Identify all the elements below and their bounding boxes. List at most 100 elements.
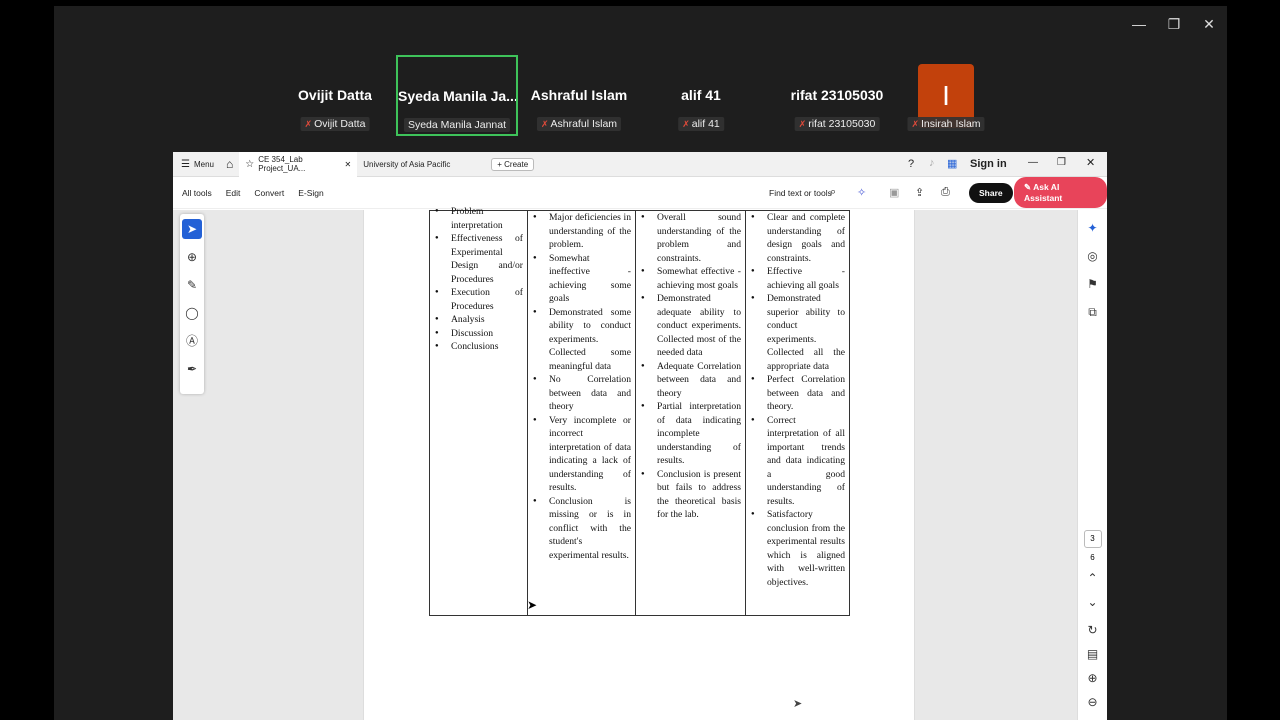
- menu-button[interactable]: ☰ Menu: [173, 152, 220, 177]
- restore-icon[interactable]: ❐: [1159, 16, 1189, 33]
- select-cursor-icon[interactable]: ➤: [182, 219, 202, 239]
- rubric-list-3: Clear and complete understanding of desi…: [746, 211, 849, 589]
- rubric-item: Conclusion is missing or is in conflict …: [528, 495, 631, 563]
- rubric-col-2: Overall sound understanding of the probl…: [635, 210, 746, 616]
- home-icon[interactable]: ⌂: [220, 152, 239, 177]
- close-icon[interactable]: ✕: [1194, 16, 1224, 33]
- rubric-item: Effective - achieving all goals: [746, 265, 845, 292]
- rubric-table: Problem interpretationEffectiveness of E…: [429, 205, 850, 616]
- participant-tile[interactable]: rifat 23105030 ✗ rifat 23105030: [776, 56, 898, 136]
- bookmark-icon[interactable]: ⚑: [1083, 274, 1103, 294]
- lasso-icon[interactable]: ◯: [182, 303, 202, 323]
- print-icon[interactable]: ⎙: [941, 186, 950, 199]
- rubric-item: Very incomplete or incorrect interpretat…: [528, 414, 631, 495]
- close-tab-icon[interactable]: ✕: [345, 160, 352, 169]
- right-sidebar: ✦ ◎ ⚑ ⧉ 3 6 ⌃ ⌄ ↻ ▤ ⊕ ⊖: [1077, 210, 1107, 720]
- rubric-item: Adequate Correlation between data and th…: [636, 360, 741, 401]
- minimize-icon[interactable]: —: [1028, 157, 1038, 168]
- participant-label: ✗ Ovijit Datta: [300, 117, 370, 131]
- tab-document[interactable]: ☆ CE 354_Lab Project_UA... ✕: [239, 152, 358, 177]
- participant-tile[interactable]: alif 41 ✗ alif 41: [640, 56, 762, 136]
- page-up-icon[interactable]: ⌃: [1083, 568, 1103, 588]
- mic-off-icon: ✗: [682, 119, 690, 129]
- rubric-item: Correct interpretation of all important …: [746, 414, 845, 509]
- create-button[interactable]: + Create: [485, 152, 540, 177]
- rubric-item: Demonstrated adequate ability to conduct…: [636, 292, 741, 360]
- fill-sign-icon[interactable]: ✒: [182, 359, 202, 379]
- mouse-cursor-icon: ➤: [527, 598, 538, 612]
- participant-name: alif 41: [681, 87, 721, 103]
- participant-tile[interactable]: ✗ Insirah Islam: [885, 56, 1007, 136]
- ai-icon: ✎: [1024, 182, 1034, 192]
- toolbar: All tools Edit Convert E-Sign Find text …: [173, 177, 1107, 209]
- rubric-item: Conclusion is present but fails to addre…: [636, 468, 741, 522]
- page-total: 6: [1090, 553, 1095, 562]
- rubric-item: Major deficiencies in understanding of t…: [528, 211, 631, 252]
- page-down-icon[interactable]: ⌄: [1083, 592, 1103, 612]
- rubric-item: Somewhat effective - achieving most goal…: [636, 265, 741, 292]
- zoom-in-icon[interactable]: ⊕: [1083, 668, 1103, 688]
- rubric-item: Partial interpretation of data indicatin…: [636, 400, 741, 468]
- rubric-list-1: Major deficiencies in understanding of t…: [528, 211, 635, 562]
- participant-tile[interactable]: Ovijit Datta ✗ Ovijit Datta: [274, 56, 396, 136]
- hamburger-icon: ☰: [181, 158, 190, 170]
- rubric-item: Conclusions: [430, 340, 523, 354]
- criteria-cell: Problem interpretationEffectiveness of E…: [429, 205, 528, 616]
- document-canvas[interactable]: Problem interpretationEffectiveness of E…: [173, 205, 1107, 720]
- rubric-col-1: Major deficiencies in understanding of t…: [527, 210, 636, 616]
- convert-button[interactable]: Convert: [254, 188, 284, 198]
- participant-name: Ovijit Datta: [298, 87, 372, 103]
- refresh-icon[interactable]: ↻: [1083, 620, 1103, 640]
- rubric-item: Demonstrated superior ability to conduct…: [746, 292, 845, 373]
- comments-icon[interactable]: ◎: [1083, 246, 1103, 266]
- rubric-item: Analysis: [430, 313, 523, 327]
- esign-button[interactable]: E-Sign: [298, 188, 324, 198]
- rubric-item: Overall sound understanding of the probl…: [636, 211, 741, 265]
- participant-label: ✗ alif 41: [678, 117, 724, 131]
- search-icon[interactable]: ⌕: [830, 186, 836, 199]
- pages-icon[interactable]: ⧉: [1083, 302, 1103, 322]
- help-icon[interactable]: ?: [908, 158, 914, 170]
- fit-page-icon[interactable]: ▤: [1083, 644, 1103, 664]
- participant-tile-active[interactable]: Syeda Manila Ja... Syeda Manila Jannat: [396, 55, 518, 136]
- minimize-icon[interactable]: —: [1124, 16, 1154, 32]
- participant-label: ✗ Ashraful Islam: [536, 117, 622, 131]
- comment-icon[interactable]: ⊕: [182, 247, 202, 267]
- ai-panel-icon[interactable]: ✦: [1083, 218, 1103, 238]
- participant-label: Syeda Manila Jannat: [403, 118, 511, 132]
- all-tools-button[interactable]: All tools: [182, 188, 212, 198]
- page-number-input[interactable]: 3: [1083, 530, 1102, 548]
- close-icon[interactable]: ✕: [1086, 156, 1095, 169]
- apps-icon[interactable]: ▦: [947, 157, 957, 170]
- signin-button[interactable]: Sign in: [970, 158, 1007, 170]
- rubric-item: Satisfactory conclusion from the experim…: [746, 508, 845, 589]
- pen-icon[interactable]: ✎: [182, 275, 202, 295]
- edit-button[interactable]: Edit: [226, 188, 241, 198]
- rubric-list-2: Overall sound understanding of the probl…: [636, 211, 745, 522]
- left-toolbox: ➤ ⊕ ✎ ◯ Ⓐ ✒: [180, 214, 204, 394]
- rubric-item: No Correlation between data and theory: [528, 373, 631, 414]
- acrobat-window: ☰ Menu ⌂ ☆ CE 354_Lab Project_UA... ✕ Unive…: [173, 152, 1107, 720]
- share-button[interactable]: Share: [969, 182, 1013, 203]
- text-box-icon[interactable]: Ⓐ: [182, 331, 202, 351]
- star-icon: ☆: [245, 158, 255, 170]
- bell-icon[interactable]: ♪: [929, 157, 935, 169]
- upload-icon[interactable]: ⇪: [915, 186, 924, 199]
- rubric-item: Clear and complete understanding of desi…: [746, 211, 845, 265]
- mic-off-icon: ✗: [798, 119, 807, 129]
- save-icon[interactable]: ▣: [889, 186, 899, 199]
- tab-university[interactable]: University of Asia Pacific: [357, 152, 485, 177]
- mouse-cursor-icon-2: ➤: [793, 698, 803, 710]
- zoom-out-icon[interactable]: ⊖: [1083, 692, 1103, 712]
- restore-icon[interactable]: ❐: [1057, 157, 1066, 168]
- participant-tile[interactable]: Ashraful Islam ✗ Ashraful Islam: [518, 56, 640, 136]
- find-input[interactable]: Find text or tools: [769, 188, 832, 198]
- participant-name: Syeda Manila Ja...: [398, 88, 516, 104]
- participant-name: rifat 23105030: [790, 87, 884, 103]
- rubric-item: Effectiveness of Experimental Design and…: [430, 232, 523, 286]
- rubric-item: Problem interpretation: [430, 205, 523, 232]
- ai-tools-icon[interactable]: ✧: [857, 186, 866, 199]
- ask-ai-button[interactable]: ✎ Ask AI Assistant: [1014, 177, 1107, 208]
- rubric-item: Somewhat ineffective - achieving some go…: [528, 252, 631, 306]
- rubric-item: Perfect Correlation between data and the…: [746, 373, 845, 414]
